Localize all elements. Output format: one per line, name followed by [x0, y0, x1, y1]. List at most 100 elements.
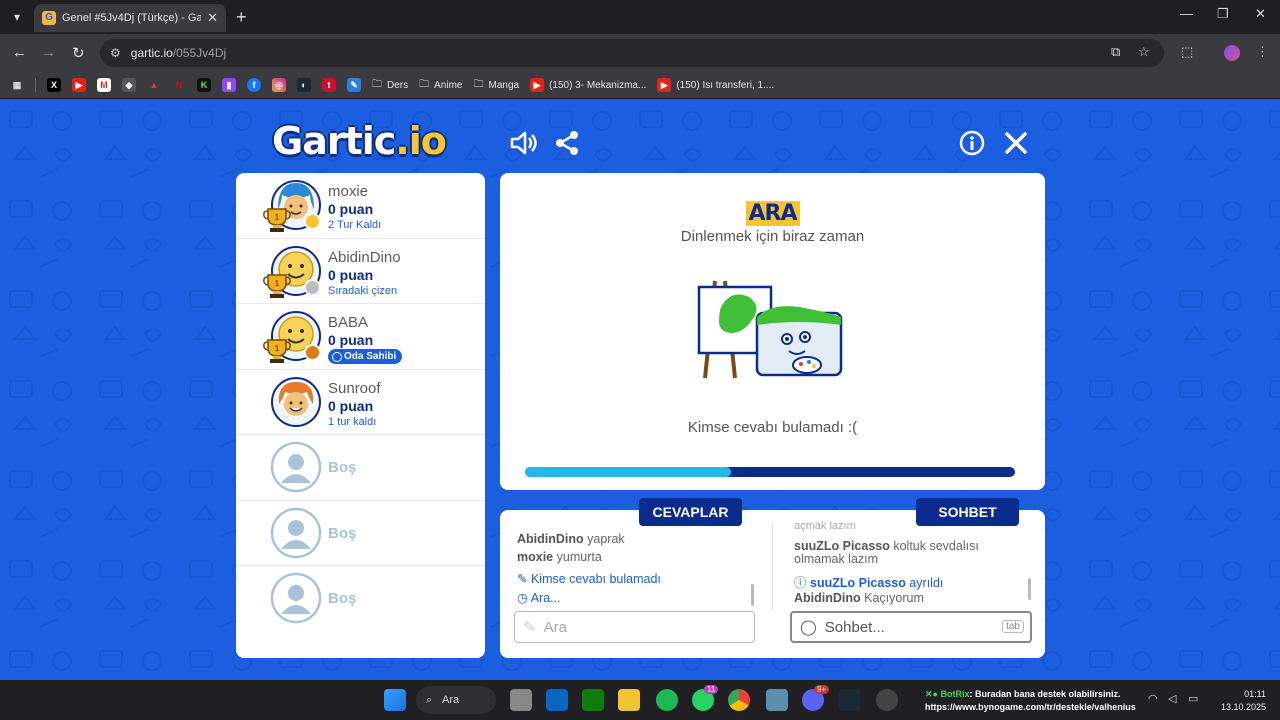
status-dot [304, 213, 321, 230]
system-clock[interactable]: 01:11 13.10.2025 [1212, 688, 1266, 714]
discord-badge: 9+ [814, 685, 830, 694]
obs-icon[interactable] [876, 689, 898, 711]
minimize-icon[interactable]: — [1180, 6, 1193, 21]
windows-start-icon[interactable] [384, 689, 406, 711]
bookmark-x-icon[interactable]: X [47, 78, 61, 92]
trophy-icon: 1 [263, 339, 291, 363]
url-text: gartic.io/055Jv4Dj [130, 46, 227, 60]
bookmarks-bar: ▦ X ▶ M ◈ ▲ N K ▮ f ◎ ◐ t ✎ 🗀 Ders 🗀 Anime… [0, 72, 1280, 98]
bookmark-netflix-icon[interactable]: N [172, 78, 186, 92]
wifi-icon[interactable]: ◠ [1148, 692, 1164, 708]
answer-input[interactable]: ✎ Ara [514, 611, 755, 643]
browser-tab[interactable]: G Genel #5Jv4Dj (Türkçe) - Gartic ✕ [34, 4, 226, 32]
install-app-icon[interactable]: ⧉ [1111, 44, 1120, 60]
bookmark-kick-icon[interactable]: K [197, 78, 211, 92]
url-bar[interactable]: ⚙ gartic.io/055Jv4Dj [100, 39, 1164, 67]
chat-tab[interactable]: SOHBET [916, 498, 1019, 526]
player-points: 0 puan [328, 266, 374, 283]
empty-slot[interactable]: Boş [236, 501, 485, 566]
player-name: moxie [328, 183, 369, 200]
steam-icon[interactable] [838, 689, 860, 711]
system-message: ✎ Kimse cevabı bulamadı [517, 572, 661, 586]
share-icon[interactable] [553, 129, 581, 157]
window-close-icon[interactable]: ✕ [1255, 6, 1266, 22]
bookmark-video-2[interactable]: ▶ (150) Isı transferi, 1.... [657, 78, 774, 92]
whatsapp-badge: 11 [704, 685, 719, 694]
answer-message: moxie yumurta [517, 550, 602, 564]
chat-input[interactable]: ◯ Sohbet... tab [790, 611, 1032, 643]
forward-icon[interactable]: → [41, 44, 56, 61]
reload-icon[interactable]: ↻ [72, 44, 85, 62]
profile-avatar[interactable] [1224, 45, 1240, 61]
task-view-icon[interactable] [510, 689, 532, 711]
bookmark-facebook-icon[interactable]: f [247, 78, 261, 92]
player-name: Sunroof [328, 379, 381, 397]
answers-tab[interactable]: CEVAPLAR [639, 498, 742, 526]
address-bar: ← → ↻ ⚙ gartic.io/055Jv4Dj ⧉ ☆ ⬚ ⋮ [0, 34, 1280, 72]
exit-close-icon[interactable] [1002, 129, 1030, 157]
player-row[interactable]: Sunroof 0 puan 1 tur kaldı [236, 370, 485, 435]
maximize-icon[interactable]: ❐ [1217, 6, 1229, 22]
volume-icon[interactable]: ◁ [1168, 692, 1184, 708]
bookmark-gmail-icon[interactable]: M [97, 78, 111, 92]
info-circle-icon: ⓘ [794, 576, 807, 590]
player-name: BABA [328, 314, 369, 331]
room-owner-badge: Oda Sahibi [328, 349, 403, 364]
empty-slot[interactable]: Boş [236, 566, 485, 632]
extensions-icon[interactable]: ⬚ [1181, 44, 1193, 60]
app-icon[interactable] [766, 689, 788, 711]
tab-key-hint: tab [1002, 620, 1024, 633]
bookmark-twitch-icon[interactable]: ▮ [222, 78, 236, 92]
player-row[interactable]: 1 moxie 0 puan 2 Tur Kaldı [236, 173, 485, 239]
apps-grid-icon[interactable]: ▦ [10, 78, 24, 92]
bookmark-blue-icon[interactable]: ✎ [347, 78, 361, 92]
bookmark-folder-anime[interactable]: 🗀 Anime [419, 77, 462, 94]
trophy-icon: 1 [263, 208, 291, 232]
new-tab-icon[interactable]: + [236, 7, 247, 28]
answers-scrollbar[interactable] [751, 584, 754, 606]
bookmark-red-a-icon[interactable]: ▲ [147, 78, 161, 92]
stage-title: ARA [500, 201, 1045, 226]
clock-icon: ◷ [517, 591, 528, 605]
empty-slot[interactable]: Boş [236, 435, 485, 501]
sound-icon[interactable] [509, 129, 537, 157]
tab-title: Genel #5Jv4Dj (Türkçe) - Gartic [62, 12, 202, 24]
game-area: Gartic.io 1 moxie 0 puan 2 Tur Kaldı 1 A… [0, 99, 1280, 680]
bookmark-folder-ders[interactable]: 🗀 Ders [372, 77, 408, 94]
bookmark-folder-manga[interactable]: 🗀 Manga [473, 77, 519, 94]
paint-bucket-easel-illustration [697, 280, 843, 379]
player-row[interactable]: 1 BABA 0 puan Oda Sahibi [236, 304, 485, 370]
chat-scrollbar[interactable] [1028, 578, 1031, 600]
site-info-icon[interactable]: ⚙ [110, 46, 121, 60]
chat-system-message: ⓘ suuZLo Picasso ayrıldı [794, 576, 944, 590]
bookmark-extension-icon[interactable]: ◈ [122, 78, 136, 92]
outlook-icon[interactable] [546, 689, 568, 711]
bookmark-youtube-icon[interactable]: ▶ [72, 78, 86, 92]
tab-search-chevron-icon[interactable]: ▾ [6, 6, 28, 28]
player-points: 0 puan [328, 397, 374, 414]
spotify-icon[interactable] [656, 689, 678, 711]
tab-close-icon[interactable]: ✕ [207, 10, 218, 26]
bookmark-star-icon[interactable]: ☆ [1138, 44, 1150, 60]
taskbar-search[interactable]: ⌕ Ara [416, 686, 496, 714]
browser-menu-icon[interactable]: ⋮ [1256, 44, 1269, 60]
empty-avatar-icon [270, 441, 322, 493]
file-explorer-icon[interactable] [618, 689, 640, 711]
folder-icon: 🗀 [419, 78, 430, 90]
player-row[interactable]: 1 AbidinDino 0 puan Sıradaki çizen [236, 239, 485, 304]
battery-icon[interactable]: ▭ [1188, 692, 1204, 708]
bookmark-t-icon[interactable]: t [322, 78, 336, 92]
info-icon[interactable] [958, 129, 986, 157]
chat-message: suuZLo Picasso koltuk sevdalısı [794, 539, 979, 553]
gartic-favicon-icon: G [42, 11, 56, 25]
browser-tabbar: ▾ G Genel #5Jv4Dj (Türkçe) - Gartic ✕ + … [0, 0, 1280, 34]
back-icon[interactable]: ← [12, 44, 27, 61]
chrome-icon[interactable] [728, 689, 750, 711]
empty-avatar-icon [270, 507, 322, 558]
player-note: 1 tur kaldı [328, 415, 377, 428]
xbox-icon[interactable] [582, 689, 604, 711]
drawing-stage: ARA Dinlenmek için biraz zaman Kimse cev… [500, 173, 1045, 490]
bookmark-instagram-icon[interactable]: ◎ [272, 78, 286, 92]
bookmark-steam-icon[interactable]: ◐ [297, 78, 311, 92]
bookmark-video-1[interactable]: ▶ (150) 3- Mekanizma... [530, 78, 646, 92]
